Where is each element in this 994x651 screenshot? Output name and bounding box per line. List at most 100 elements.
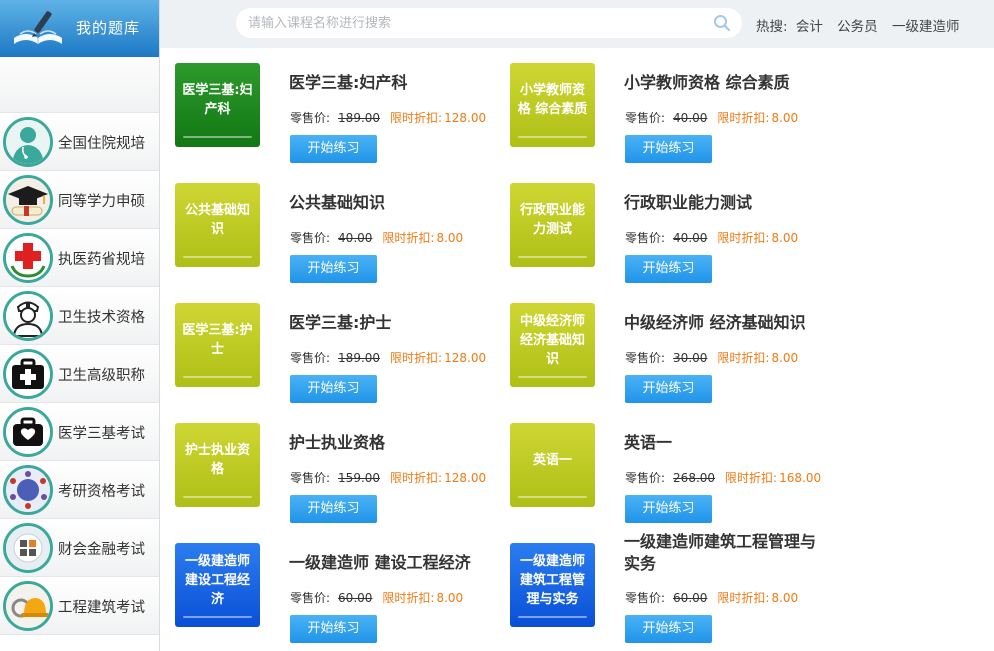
course-title[interactable]: 中级经济师 经济基础知识: [624, 312, 824, 334]
hot-search-link[interactable]: 一级建造师: [892, 19, 960, 35]
start-practice-button[interactable]: 开始练习: [290, 375, 377, 403]
medical-bag-icon: [3, 407, 53, 457]
course-title[interactable]: 医学三基:妇产科: [289, 72, 489, 94]
course-title[interactable]: 医学三基:护士: [289, 312, 489, 334]
thumbnail-text: 中级经济师经济基础知识: [519, 313, 585, 367]
course-card: 英语一 英语一 零售价: 268.00 限时折扣: 168.00 开始练习: [495, 408, 821, 528]
hot-search: 热搜: 会计 公务员 一级建造师: [756, 15, 969, 35]
sidebar-item-postgrad[interactable]: 考研资格考试: [0, 461, 159, 519]
course-thumbnail[interactable]: 公共基础知识: [175, 183, 260, 267]
sidebar-item-label: 全国住院规培: [58, 136, 145, 152]
retail-price: 40.00: [673, 111, 708, 125]
medical-kit-icon: [3, 349, 53, 399]
course-title[interactable]: 公共基础知识: [289, 192, 489, 214]
retail-label: 零售价:: [625, 591, 666, 605]
retail-label: 零售价:: [625, 351, 666, 365]
retail-price: 60.00: [673, 591, 708, 605]
course-thumbnail[interactable]: 一级建造师建筑工程管理与实务: [510, 543, 595, 627]
red-cross-icon: [3, 233, 53, 283]
course-title[interactable]: 护士执业资格: [289, 432, 489, 454]
globe-people-icon: [3, 465, 53, 515]
book-pen-icon: [14, 11, 62, 44]
course-thumbnail[interactable]: 医学三基:护士: [175, 303, 260, 387]
retail-label: 零售价:: [625, 111, 666, 125]
retail-price: 159.00: [338, 471, 381, 485]
start-practice-button[interactable]: 开始练习: [290, 615, 377, 643]
thumbnail-text: 小学教师资格 综合素质: [517, 83, 588, 117]
discount-price: 8.00: [436, 231, 464, 245]
discount-price: 128.00: [444, 111, 487, 125]
discount-label: 限时折扣:: [717, 231, 770, 245]
hot-search-link[interactable]: 公务员: [837, 19, 878, 35]
course-thumbnail[interactable]: 一级建造师建设工程经济: [175, 543, 260, 627]
discount-label: 限时折扣:: [382, 231, 435, 245]
course-thumbnail[interactable]: 医学三基:妇产科: [175, 63, 260, 147]
course-thumbnail[interactable]: 英语一: [510, 423, 595, 507]
search-icon[interactable]: [713, 14, 731, 32]
course-title[interactable]: 行政职业能力测试: [624, 192, 824, 214]
sidebar-item-residency-training[interactable]: 全国住院规培: [0, 113, 159, 171]
course-card: 医学三基:妇产科 医学三基:妇产科 零售价: 189.00 限时折扣: 128.00 …: [160, 48, 486, 168]
start-practice-button[interactable]: 开始练习: [625, 135, 712, 163]
retail-label: 零售价:: [290, 471, 331, 485]
price-line: 零售价: 40.00 限时折扣: 8.00: [625, 109, 798, 126]
sidebar-item-label: 卫生高级职称: [58, 368, 145, 384]
discount-price: 8.00: [771, 231, 799, 245]
discount-label: 限时折扣:: [390, 471, 443, 485]
start-practice-button[interactable]: 开始练习: [625, 615, 712, 643]
sidebar: 我的题库 全国住院规培 同等学力申硕 执医药省规培 卫生技术资格 卫生高级职称 …: [0, 0, 160, 651]
course-thumbnail[interactable]: 小学教师资格 综合素质: [510, 63, 595, 147]
sidebar-item-health-tech[interactable]: 卫生技术资格: [0, 287, 159, 345]
start-practice-button[interactable]: 开始练习: [625, 495, 712, 523]
start-practice-button[interactable]: 开始练习: [290, 495, 377, 523]
discount-price: 128.00: [444, 351, 487, 365]
start-practice-button[interactable]: 开始练习: [625, 255, 712, 283]
course-title[interactable]: 小学教师资格 综合素质: [624, 72, 824, 94]
search-input[interactable]: [236, 8, 742, 38]
thumbnail-text: 医学三基:护士: [182, 323, 253, 357]
retail-label: 零售价:: [290, 111, 331, 125]
price-line: 零售价: 189.00 限时折扣: 128.00: [290, 109, 486, 126]
thumbnail-text: 公共基础知识: [184, 203, 250, 237]
retail-price: 40.00: [338, 231, 373, 245]
price-line: 零售价: 60.00 限时折扣: 8.00: [290, 589, 463, 606]
top-bar: 热搜: 会计 公务员 一级建造师: [160, 0, 994, 48]
start-practice-button[interactable]: 开始练习: [625, 375, 712, 403]
course-card: 护士执业资格 护士执业资格 零售价: 159.00 限时折扣: 128.00 开始练习: [160, 408, 486, 528]
sidebar-item-senior-title[interactable]: 卫生高级职称: [0, 345, 159, 403]
price-line: 零售价: 60.00 限时折扣: 8.00: [625, 589, 798, 606]
sidebar-item-label: 医学三基考试: [58, 426, 145, 442]
course-card: 公共基础知识 公共基础知识 零售价: 40.00 限时折扣: 8.00 开始练习: [160, 168, 480, 288]
retail-price: 60.00: [338, 591, 373, 605]
course-title[interactable]: 一级建造师建筑工程管理与实务: [624, 531, 824, 575]
course-title[interactable]: 英语一: [624, 432, 824, 454]
discount-price: 8.00: [771, 591, 799, 605]
sidebar-title: 我的题库: [76, 19, 141, 37]
nurse-icon: [3, 291, 53, 341]
course-card: 医学三基:护士 医学三基:护士 零售价: 189.00 限时折扣: 128.00 开始…: [160, 288, 486, 408]
start-practice-button[interactable]: 开始练习: [290, 255, 377, 283]
course-grid: 医学三基:妇产科 医学三基:妇产科 零售价: 189.00 限时折扣: 128.00 …: [160, 48, 994, 651]
hot-search-link[interactable]: 会计: [796, 19, 823, 35]
calculator-icon: [3, 523, 53, 573]
course-card: 一级建造师建筑工程管理与实务 一级建造师建筑工程管理与实务 零售价: 60.00 限…: [495, 528, 816, 648]
sidebar-item-physician-pharmacist[interactable]: 执医药省规培: [0, 229, 159, 287]
course-title[interactable]: 一级建造师 建设工程经济: [289, 552, 489, 574]
sidebar-item-equivalent-degree[interactable]: 同等学力申硕: [0, 171, 159, 229]
price-line: 零售价: 40.00 限时折扣: 8.00: [290, 229, 463, 246]
course-thumbnail[interactable]: 行政职业能力测试: [510, 183, 595, 267]
sidebar-header[interactable]: 我的题库: [0, 0, 159, 57]
price-line: 零售价: 159.00 限时折扣: 128.00: [290, 469, 486, 486]
discount-label: 限时折扣:: [717, 111, 770, 125]
thumbnail-text: 英语一: [532, 452, 572, 468]
retail-label: 零售价:: [290, 231, 331, 245]
course-card: 中级经济师经济基础知识 中级经济师 经济基础知识 零售价: 30.00 限时折扣: 8…: [495, 288, 815, 408]
start-practice-button[interactable]: 开始练习: [290, 135, 377, 163]
course-thumbnail[interactable]: 护士执业资格: [175, 423, 260, 507]
course-thumbnail[interactable]: 中级经济师经济基础知识: [510, 303, 595, 387]
sidebar-item-label: 同等学力申硕: [58, 194, 145, 210]
sidebar-item-finance[interactable]: 财会金融考试: [0, 519, 159, 577]
retail-price: 189.00: [338, 111, 381, 125]
sidebar-item-engineering[interactable]: 工程建筑考试: [0, 577, 159, 635]
sidebar-item-three-basics[interactable]: 医学三基考试: [0, 403, 159, 461]
